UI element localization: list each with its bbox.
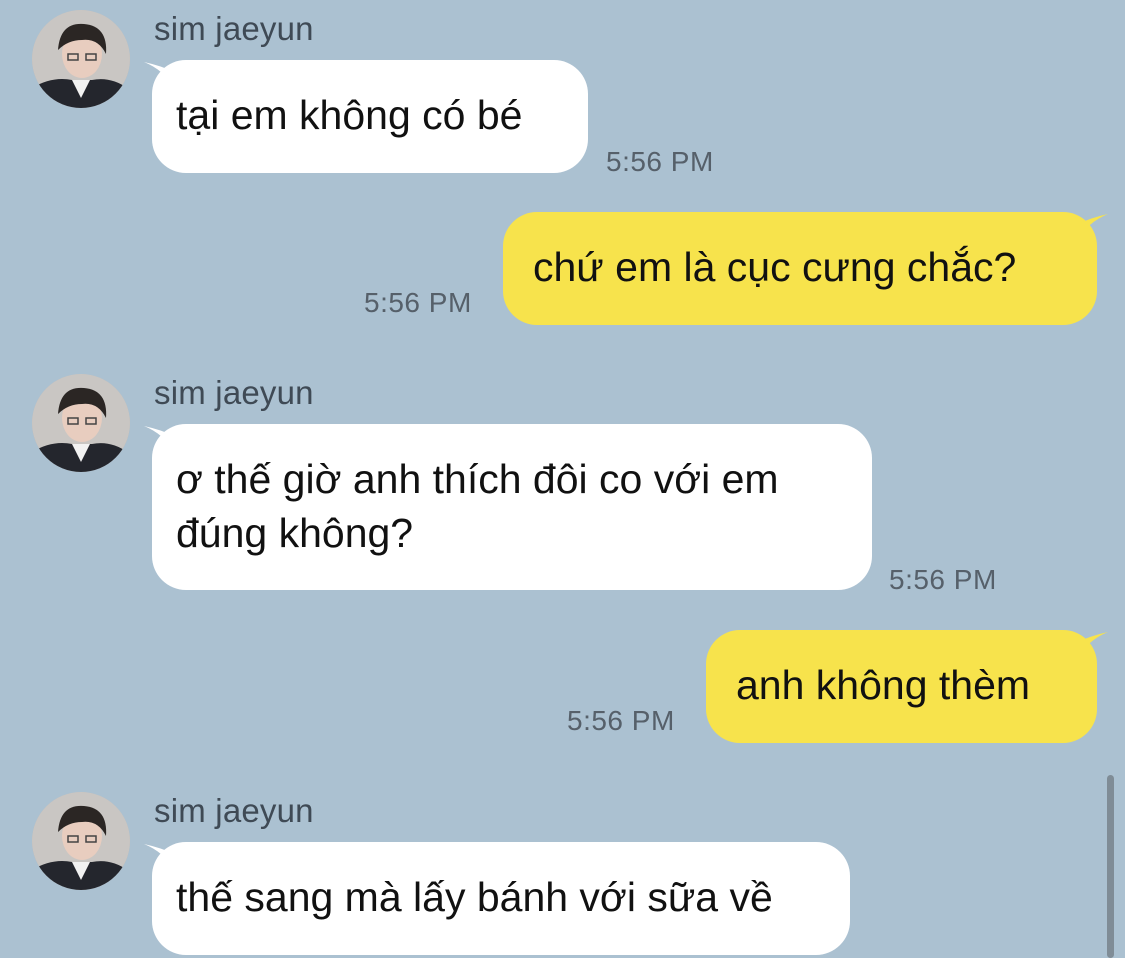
avatar-photo-icon	[32, 792, 130, 890]
message-time: 5:56 PM	[364, 287, 472, 318]
scrollbar[interactable]	[1107, 775, 1114, 958]
chat-area[interactable]: sim jaeyun tại em không có bé 5:56 PM ch…	[0, 0, 1125, 958]
sender-name: sim jaeyun	[154, 10, 314, 47]
message-text-line: đúng không?	[176, 510, 414, 556]
message-text: anh không thèm	[736, 662, 1031, 708]
bubble-tail	[1078, 214, 1108, 240]
message-bubble-outgoing[interactable]: anh không thèm	[706, 630, 1097, 743]
bubble-tail	[1078, 632, 1108, 658]
message-text-line: ơ thế giờ anh thích đôi co với em	[176, 456, 779, 502]
message-time: 5:56 PM	[606, 146, 714, 177]
sender-avatar[interactable]	[32, 10, 130, 108]
message-bubble-incoming[interactable]: thế sang mà lấy bánh với sữa về	[152, 842, 850, 955]
message-time: 5:56 PM	[889, 564, 997, 595]
message-text: chứ em là cục cưng chắc?	[533, 244, 1017, 290]
sender-avatar[interactable]	[32, 374, 130, 472]
message-time: 5:56 PM	[567, 705, 675, 736]
message-bubble-incoming[interactable]: tại em không có bé	[152, 60, 588, 173]
message-text: tại em không có bé	[176, 92, 523, 138]
sender-name: sim jaeyun	[154, 792, 314, 829]
message-bubble-outgoing[interactable]: chứ em là cục cưng chắc?	[503, 212, 1097, 325]
message-bubble-incoming[interactable]: ơ thế giờ anh thích đôi co với em đúng k…	[152, 424, 872, 590]
avatar-photo-icon	[32, 10, 130, 108]
sender-name: sim jaeyun	[154, 374, 314, 411]
message-text: thế sang mà lấy bánh với sữa về	[176, 874, 773, 920]
avatar-photo-icon	[32, 374, 130, 472]
sender-avatar[interactable]	[32, 792, 130, 890]
